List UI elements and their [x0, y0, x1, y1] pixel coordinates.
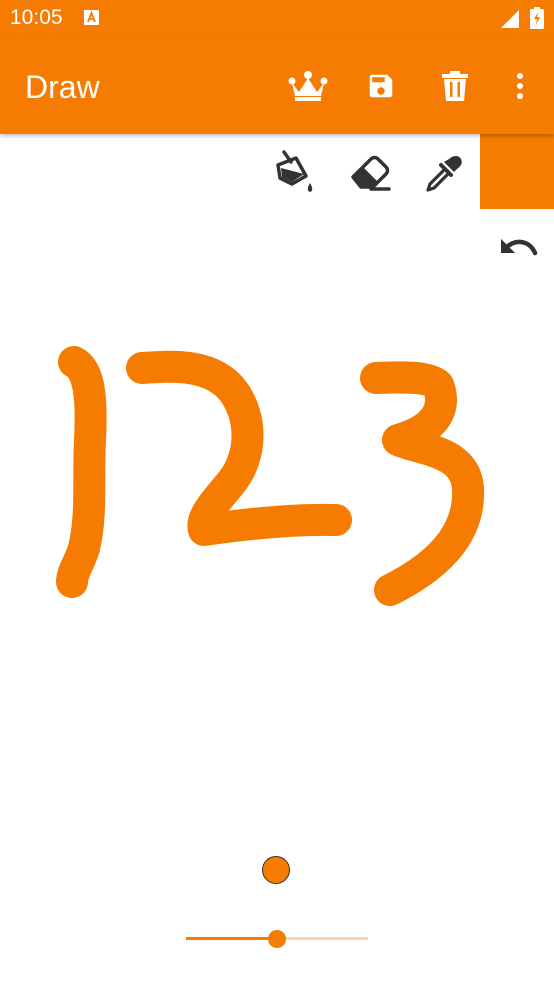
stroke-digit-1	[56, 346, 107, 598]
eraser-tool-button[interactable]	[344, 148, 394, 198]
current-color-swatch[interactable]	[480, 134, 554, 209]
status-bar: 10:05	[0, 0, 554, 36]
drawing-canvas[interactable]	[0, 134, 554, 834]
app-bar: Draw	[0, 36, 554, 134]
brush-preview	[262, 856, 290, 884]
brush-size-slider[interactable]	[186, 927, 368, 951]
drawn-strokes	[56, 346, 485, 606]
undo-icon	[501, 239, 538, 256]
undo-button[interactable]	[492, 226, 542, 270]
eyedropper-icon	[426, 156, 462, 192]
slider-fill	[186, 937, 277, 940]
draw-app-screen: 10:05 Draw	[0, 0, 554, 984]
color-picker-tool-button[interactable]	[418, 148, 468, 198]
paint-bucket-icon	[276, 150, 313, 192]
app-notification-icon	[84, 10, 99, 25]
save-icon	[369, 74, 393, 98]
premium-button[interactable]	[286, 64, 330, 108]
crown-icon	[288, 71, 328, 101]
fill-tool-button[interactable]	[270, 148, 320, 198]
stroke-digit-3	[360, 361, 485, 606]
stroke-digit-2	[126, 350, 352, 546]
more-options-button[interactable]	[498, 64, 542, 108]
more-vert-icon	[517, 73, 523, 99]
status-time: 10:05	[10, 6, 63, 29]
save-button[interactable]	[359, 64, 403, 108]
trash-icon	[442, 71, 468, 101]
eraser-icon	[351, 155, 391, 191]
slider-thumb[interactable]	[268, 930, 286, 948]
battery-charging-icon	[530, 7, 544, 29]
signal-icon	[500, 9, 520, 29]
app-title: Draw	[25, 69, 100, 105]
delete-button[interactable]	[433, 64, 477, 108]
